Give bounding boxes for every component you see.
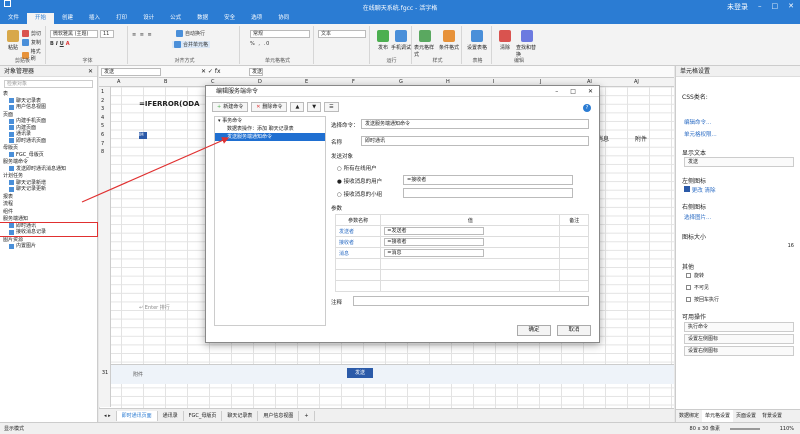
annotation-arrow bbox=[81, 137, 230, 203]
